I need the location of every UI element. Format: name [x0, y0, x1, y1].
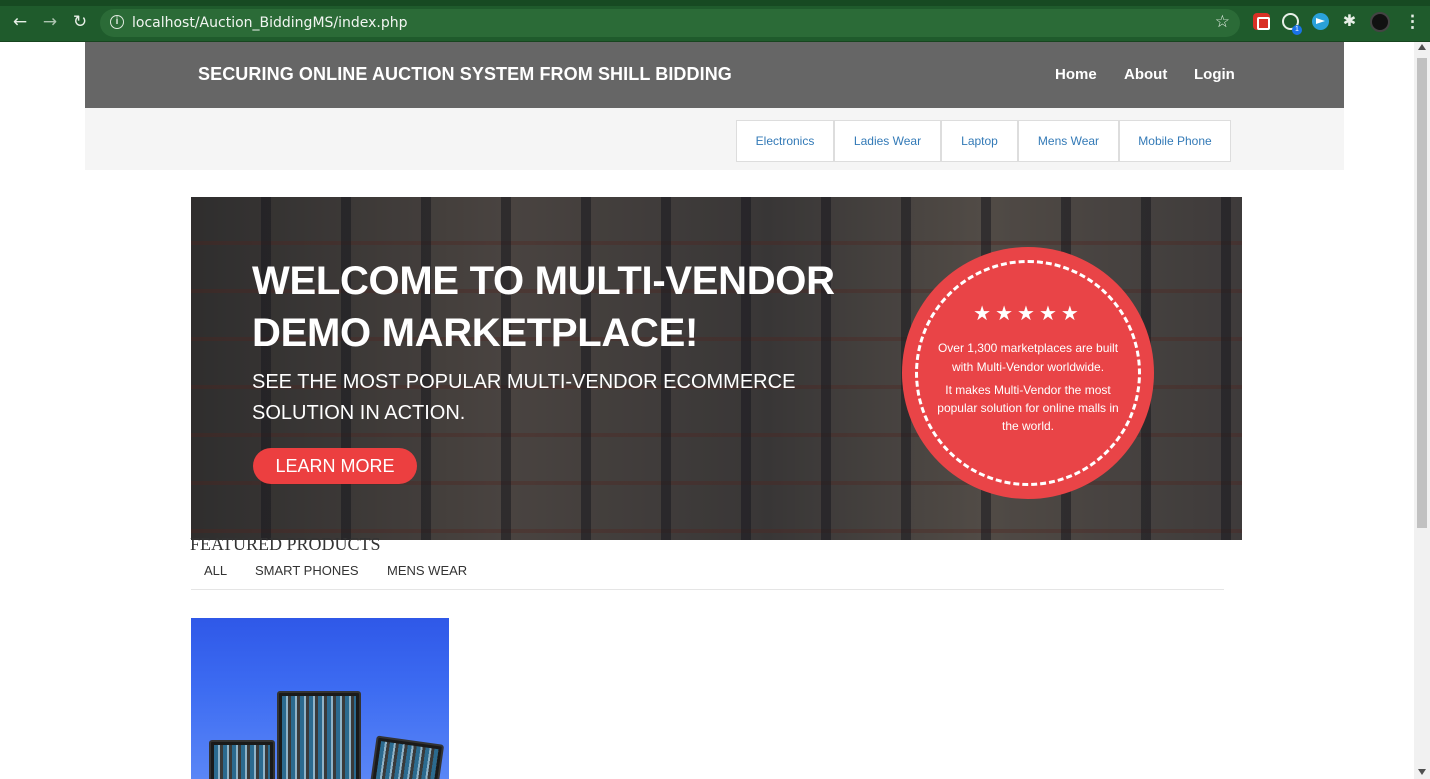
tablet-device: [209, 740, 275, 779]
laptop-device: [277, 691, 361, 779]
forward-arrow-icon[interactable]: →: [40, 12, 60, 32]
site-header: SECURING ONLINE AUCTION SYSTEM FROM SHIL…: [85, 42, 1344, 108]
reload-icon[interactable]: ↻: [70, 12, 90, 32]
filter-smart-phones[interactable]: SMART PHONES: [255, 563, 359, 578]
product-image[interactable]: [191, 618, 449, 779]
browser-toolbar: ← → ↻ i localhost/Auction_BiddingMS/inde…: [0, 0, 1430, 42]
whatsapp-badge: 1: [1292, 25, 1302, 35]
site-title[interactable]: SECURING ONLINE AUCTION SYSTEM FROM SHIL…: [198, 64, 732, 85]
back-arrow-icon[interactable]: ←: [10, 12, 30, 32]
info-icon[interactable]: i: [110, 15, 124, 29]
tab-strip: [0, 0, 1430, 6]
nav-about-link[interactable]: About: [1124, 66, 1167, 83]
nav-login-link[interactable]: Login: [1194, 66, 1235, 83]
learn-more-button[interactable]: LEARN MORE: [253, 448, 417, 484]
kebab-menu-icon[interactable]: ⋮: [1404, 12, 1421, 32]
extension-icon[interactable]: ✱: [1341, 13, 1358, 30]
hero-subtitle: SEE THE MOST POPULAR MULTI-VENDOR ECOMME…: [252, 371, 796, 424]
extension-red-icon[interactable]: [1253, 13, 1270, 30]
url-text[interactable]: localhost/Auction_BiddingMS/index.php: [132, 15, 408, 31]
address-bar[interactable]: i localhost/Auction_BiddingMS/index.php …: [100, 9, 1240, 37]
category-mobile-phone[interactable]: Mobile Phone: [1119, 120, 1231, 162]
rating-stars-icon: ★★★★★: [973, 301, 1083, 325]
featured-products-title: FEATURED PRODUCTS: [190, 534, 381, 554]
nav-home-link[interactable]: Home: [1055, 66, 1097, 83]
phone-device: [369, 735, 445, 779]
scroll-down-arrow-icon[interactable]: [1418, 769, 1426, 775]
category-laptop[interactable]: Laptop: [941, 120, 1018, 162]
badge-text-1: Over 1,300 marketplaces are built with M…: [937, 341, 1119, 374]
profile-avatar[interactable]: [1370, 12, 1390, 32]
page-scrollbar[interactable]: [1414, 42, 1430, 779]
category-bar: Electronics Ladies Wear Laptop Mens Wear…: [85, 108, 1344, 170]
scroll-up-arrow-icon[interactable]: [1418, 44, 1426, 50]
badge-text-2: It makes Multi-Vendor the most popular s…: [937, 383, 1119, 433]
marketplace-badge: ★★★★★ Over 1,300 marketplaces are built …: [902, 247, 1154, 499]
hero-title: WELCOME TO MULTI-VENDOR DEMO MARKETPLACE…: [252, 259, 835, 355]
telegram-icon[interactable]: [1312, 13, 1329, 30]
category-mens-wear[interactable]: Mens Wear: [1018, 120, 1119, 162]
category-electronics[interactable]: Electronics: [736, 120, 834, 162]
scroll-thumb[interactable]: [1417, 58, 1427, 528]
filter-divider: [191, 589, 1224, 590]
star-icon[interactable]: ☆: [1215, 12, 1230, 32]
hero-banner: WELCOME TO MULTI-VENDOR DEMO MARKETPLACE…: [191, 197, 1242, 540]
filter-all[interactable]: ALL: [204, 563, 227, 578]
category-ladies-wear[interactable]: Ladies Wear: [834, 120, 941, 162]
page-viewport: SECURING ONLINE AUCTION SYSTEM FROM SHIL…: [0, 42, 1414, 779]
filter-mens-wear[interactable]: MENS WEAR: [387, 563, 467, 578]
